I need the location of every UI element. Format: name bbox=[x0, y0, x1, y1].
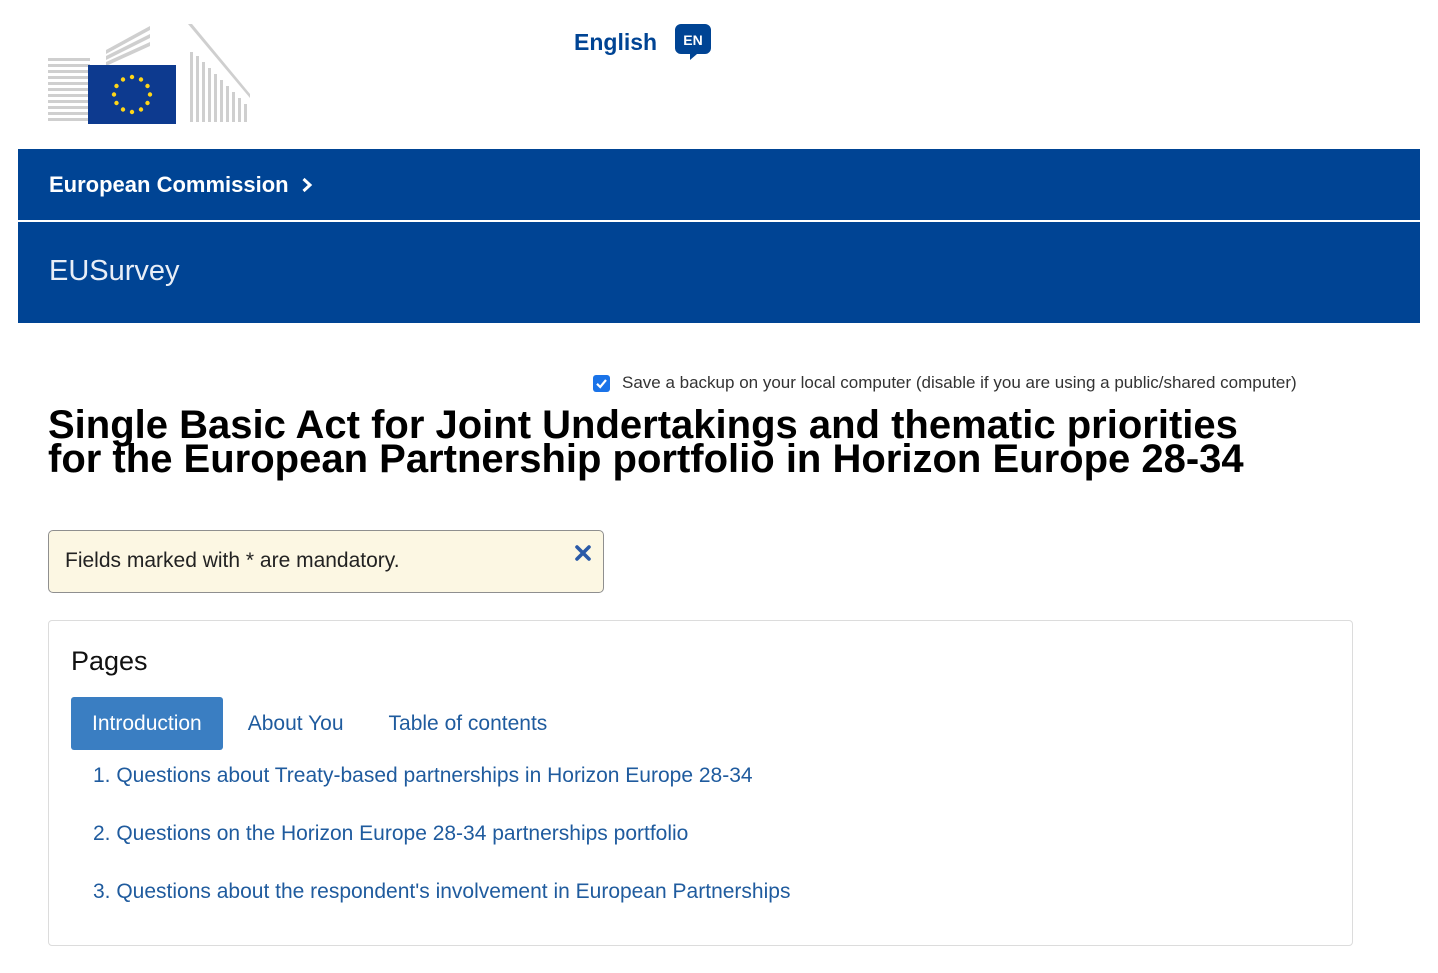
breadcrumb-label: European Commission bbox=[49, 171, 289, 197]
pages-heading: Pages bbox=[71, 646, 148, 676]
section-link-1[interactable]: 1. Questions about Treaty-based partners… bbox=[93, 764, 790, 822]
breadcrumb: European Commission bbox=[18, 149, 1420, 222]
section-link-3[interactable]: 3. Questions about the respondent's invo… bbox=[93, 880, 790, 938]
page-tabs: Introduction About You Table of contents bbox=[71, 697, 568, 750]
notice-close-button[interactable] bbox=[573, 543, 595, 565]
site-name-bar: EUSurvey bbox=[18, 222, 1420, 323]
backup-checkbox[interactable] bbox=[593, 374, 610, 392]
tab-table-of-contents[interactable]: Table of contents bbox=[368, 697, 569, 750]
title-line-2: for the European Partnership portfolio i… bbox=[48, 437, 1244, 481]
tab-introduction[interactable]: Introduction bbox=[71, 697, 223, 750]
speech-bubble-icon[interactable]: EN bbox=[673, 22, 713, 62]
mandatory-notice: Fields marked with * are mandatory. bbox=[48, 530, 604, 593]
pages-panel: Pages Introduction About You Table of co… bbox=[48, 620, 1353, 946]
language-selector[interactable]: English EN bbox=[574, 22, 713, 62]
chevron-right-icon bbox=[302, 177, 312, 192]
site-name[interactable]: EUSurvey bbox=[49, 255, 180, 288]
backup-option[interactable]: Save a backup on your local computer (di… bbox=[593, 372, 1297, 394]
european-commission-logo[interactable] bbox=[46, 22, 252, 126]
section-link-2[interactable]: 2. Questions on the Horizon Europe 28-34… bbox=[93, 822, 790, 880]
tab-about-you[interactable]: About You bbox=[223, 697, 368, 750]
breadcrumb-european-commission[interactable]: European Commission bbox=[49, 172, 313, 198]
section-list: 1. Questions about Treaty-based partners… bbox=[93, 764, 790, 938]
close-icon bbox=[575, 545, 591, 561]
page: English EN European Commission EUSurvey … bbox=[0, 0, 1438, 973]
eu-flag-logo-icon bbox=[48, 24, 250, 124]
checkmark-icon bbox=[596, 378, 607, 389]
language-code: EN bbox=[683, 32, 702, 48]
page-title: Single Basic Act for Joint Undertakings … bbox=[48, 405, 1348, 479]
site-banner: European Commission EUSurvey bbox=[18, 149, 1420, 323]
backup-label: Save a backup on your local computer (di… bbox=[622, 373, 1297, 392]
language-label[interactable]: English bbox=[574, 29, 657, 56]
mandatory-notice-text: Fields marked with * are mandatory. bbox=[65, 549, 400, 572]
